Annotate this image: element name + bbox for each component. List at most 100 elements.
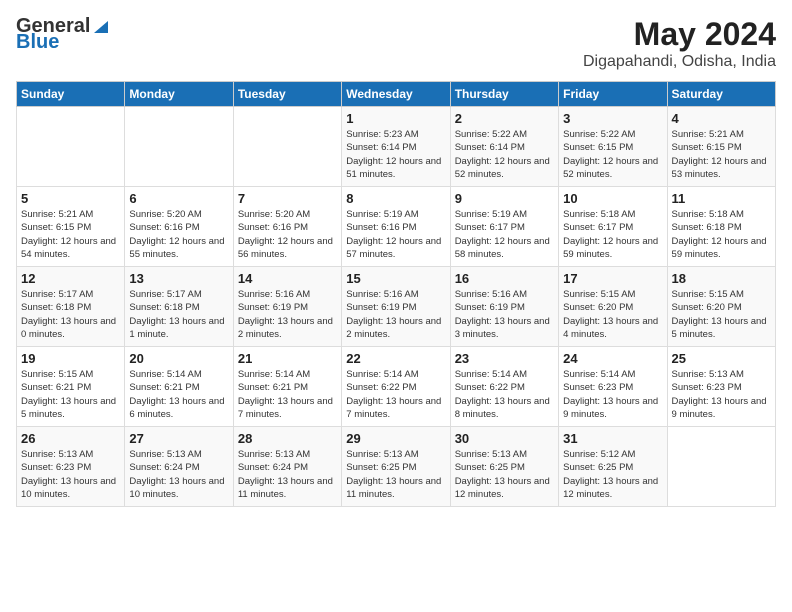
day-cell: 13Sunrise: 5:17 AMSunset: 6:18 PMDayligh…: [125, 267, 233, 347]
day-cell: 6 Sunrise: 5:20 AMSunset: 6:16 PMDaylight…: [125, 187, 233, 267]
day-number: 21: [238, 351, 337, 366]
day-info: Sunrise: 5:14 AMSunset: 6:21 PMDaylight:…: [129, 368, 228, 421]
day-number: 19: [21, 351, 120, 366]
week-row-4: 19 Sunrise: 5:15 AMSunset: 6:21 PMDayligh…: [17, 347, 776, 427]
header-monday: Monday: [125, 82, 233, 107]
week-row-3: 12 Sunrise: 5:17 AMSunset: 6:18 PMDayligh…: [17, 267, 776, 347]
day-cell: 20 Sunrise: 5:14 AMSunset: 6:21 PMDayligh…: [125, 347, 233, 427]
day-cell: 1 Sunrise: 5:23 AMSunset: 6:14 PMDaylight…: [342, 107, 450, 187]
day-number: 12: [21, 271, 120, 286]
day-cell: 11 Sunrise: 5:18 AMSunset: 6:18 PMDayligh…: [667, 187, 775, 267]
day-info: Sunrise: 5:15 AMSunset: 6:20 PMDaylight:…: [672, 288, 771, 341]
header-sunday: Sunday: [17, 82, 125, 107]
header-tuesday: Tuesday: [233, 82, 341, 107]
day-number: 16: [455, 271, 554, 286]
day-info: Sunrise: 5:16 AMSunset: 6:19 PMDaylight:…: [455, 288, 554, 341]
day-number: 14: [238, 271, 337, 286]
day-cell: 24 Sunrise: 5:14 AMSunset: 6:23 PMDayligh…: [559, 347, 667, 427]
day-number: 8: [346, 191, 445, 206]
day-info: Sunrise: 5:19 AMSunset: 6:17 PMDaylight:…: [455, 208, 554, 261]
day-number: 27: [129, 431, 228, 446]
day-number: 22: [346, 351, 445, 366]
day-cell: [125, 107, 233, 187]
day-cell: [233, 107, 341, 187]
day-number: 6: [129, 191, 228, 206]
title-block: May 2024 Digapahandi, Odisha, India: [583, 16, 776, 71]
day-info: Sunrise: 5:14 AMSunset: 6:22 PMDaylight:…: [455, 368, 554, 421]
day-cell: 23Sunrise: 5:14 AMSunset: 6:22 PMDayligh…: [450, 347, 558, 427]
day-info: Sunrise: 5:15 AMSunset: 6:21 PMDaylight:…: [21, 368, 120, 421]
day-number: 28: [238, 431, 337, 446]
day-number: 29: [346, 431, 445, 446]
day-cell: 18 Sunrise: 5:15 AMSunset: 6:20 PMDayligh…: [667, 267, 775, 347]
day-number: 4: [672, 111, 771, 126]
day-cell: 27Sunrise: 5:13 AMSunset: 6:24 PMDayligh…: [125, 427, 233, 507]
day-cell: 12 Sunrise: 5:17 AMSunset: 6:18 PMDayligh…: [17, 267, 125, 347]
day-number: 2: [455, 111, 554, 126]
day-number: 3: [563, 111, 662, 126]
day-cell: 5 Sunrise: 5:21 AMSunset: 6:15 PMDaylight…: [17, 187, 125, 267]
day-cell: 26 Sunrise: 5:13 AMSunset: 6:23 PMDayligh…: [17, 427, 125, 507]
day-cell: 21 Sunrise: 5:14 AMSunset: 6:21 PMDayligh…: [233, 347, 341, 427]
day-number: 1: [346, 111, 445, 126]
day-cell: 3 Sunrise: 5:22 AMSunset: 6:15 PMDaylight…: [559, 107, 667, 187]
day-number: 11: [672, 191, 771, 206]
day-info: Sunrise: 5:14 AMSunset: 6:23 PMDaylight:…: [563, 368, 662, 421]
header-wednesday: Wednesday: [342, 82, 450, 107]
day-number: 7: [238, 191, 337, 206]
title-month: May 2024: [583, 16, 776, 53]
day-info: Sunrise: 5:16 AMSunset: 6:19 PMDaylight:…: [238, 288, 337, 341]
day-info: Sunrise: 5:14 AMSunset: 6:21 PMDaylight:…: [238, 368, 337, 421]
day-number: 17: [563, 271, 662, 286]
day-info: Sunrise: 5:21 AMSunset: 6:15 PMDaylight:…: [21, 208, 120, 261]
day-info: Sunrise: 5:13 AMSunset: 6:23 PMDaylight:…: [672, 368, 771, 421]
day-info: Sunrise: 5:16 AMSunset: 6:19 PMDaylight:…: [346, 288, 445, 341]
logo: General Blue: [16, 16, 110, 52]
day-cell: 9 Sunrise: 5:19 AMSunset: 6:17 PMDaylight…: [450, 187, 558, 267]
day-info: Sunrise: 5:12 AMSunset: 6:25 PMDaylight:…: [563, 448, 662, 501]
day-cell: 31 Sunrise: 5:12 AMSunset: 6:25 PMDayligh…: [559, 427, 667, 507]
day-cell: 22 Sunrise: 5:14 AMSunset: 6:22 PMDayligh…: [342, 347, 450, 427]
day-number: 10: [563, 191, 662, 206]
day-cell: 29Sunrise: 5:13 AMSunset: 6:25 PMDayligh…: [342, 427, 450, 507]
day-info: Sunrise: 5:13 AMSunset: 6:23 PMDaylight:…: [21, 448, 120, 501]
day-number: 20: [129, 351, 228, 366]
day-info: Sunrise: 5:14 AMSunset: 6:22 PMDaylight:…: [346, 368, 445, 421]
day-cell: 2 Sunrise: 5:22 AMSunset: 6:14 PMDaylight…: [450, 107, 558, 187]
day-info: Sunrise: 5:20 AMSunset: 6:16 PMDaylight:…: [129, 208, 228, 261]
day-number: 9: [455, 191, 554, 206]
day-info: Sunrise: 5:13 AMSunset: 6:24 PMDaylight:…: [238, 448, 337, 501]
day-number: 5: [21, 191, 120, 206]
day-info: Sunrise: 5:23 AMSunset: 6:14 PMDaylight:…: [346, 128, 445, 181]
day-cell: 28 Sunrise: 5:13 AMSunset: 6:24 PMDayligh…: [233, 427, 341, 507]
title-location: Digapahandi, Odisha, India: [583, 53, 776, 71]
day-info: Sunrise: 5:21 AMSunset: 6:15 PMDaylight:…: [672, 128, 771, 181]
calendar-header: SundayMondayTuesdayWednesdayThursdayFrid…: [17, 82, 776, 107]
day-cell: 17 Sunrise: 5:15 AMSunset: 6:20 PMDayligh…: [559, 267, 667, 347]
logo-blue-text: Blue: [16, 32, 110, 52]
day-number: 24: [563, 351, 662, 366]
day-cell: 16 Sunrise: 5:16 AMSunset: 6:19 PMDayligh…: [450, 267, 558, 347]
day-info: Sunrise: 5:15 AMSunset: 6:20 PMDaylight:…: [563, 288, 662, 341]
week-row-5: 26 Sunrise: 5:13 AMSunset: 6:23 PMDayligh…: [17, 427, 776, 507]
week-row-2: 5 Sunrise: 5:21 AMSunset: 6:15 PMDaylight…: [17, 187, 776, 267]
day-info: Sunrise: 5:22 AMSunset: 6:15 PMDaylight:…: [563, 128, 662, 181]
day-info: Sunrise: 5:17 AMSunset: 6:18 PMDaylight:…: [21, 288, 120, 341]
day-info: Sunrise: 5:22 AMSunset: 6:14 PMDaylight:…: [455, 128, 554, 181]
header-saturday: Saturday: [667, 82, 775, 107]
day-number: 25: [672, 351, 771, 366]
day-cell: [17, 107, 125, 187]
day-cell: 25 Sunrise: 5:13 AMSunset: 6:23 PMDayligh…: [667, 347, 775, 427]
day-number: 26: [21, 431, 120, 446]
day-number: 18: [672, 271, 771, 286]
day-info: Sunrise: 5:18 AMSunset: 6:18 PMDaylight:…: [672, 208, 771, 261]
day-cell: 4 Sunrise: 5:21 AMSunset: 6:15 PMDaylight…: [667, 107, 775, 187]
day-cell: 7Sunrise: 5:20 AMSunset: 6:16 PMDaylight…: [233, 187, 341, 267]
day-cell: 15Sunrise: 5:16 AMSunset: 6:19 PMDayligh…: [342, 267, 450, 347]
day-number: 31: [563, 431, 662, 446]
day-cell: 10Sunrise: 5:18 AMSunset: 6:17 PMDayligh…: [559, 187, 667, 267]
page-header: General Blue May 2024 Digapahandi, Odish…: [16, 16, 776, 71]
day-cell: 8Sunrise: 5:19 AMSunset: 6:16 PMDaylight…: [342, 187, 450, 267]
day-cell: 19 Sunrise: 5:15 AMSunset: 6:21 PMDayligh…: [17, 347, 125, 427]
day-number: 30: [455, 431, 554, 446]
